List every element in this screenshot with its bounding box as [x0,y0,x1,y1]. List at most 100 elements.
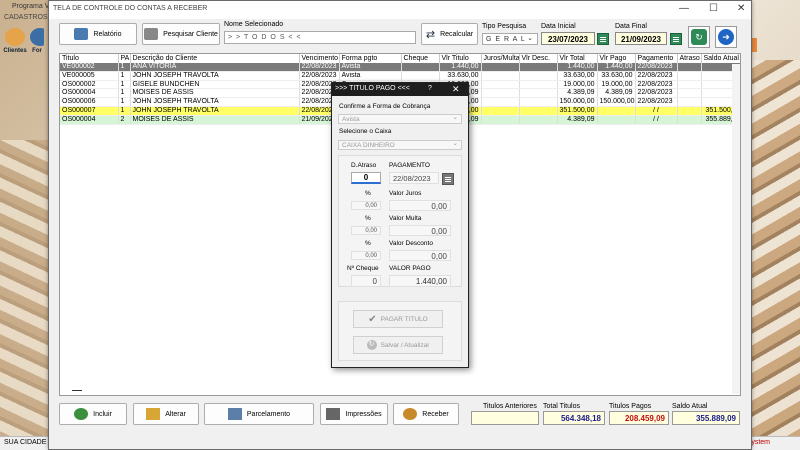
data-inicial-field[interactable]: 23/07/2023 [541,32,595,45]
table-cell: 33.630,00 [439,71,482,81]
valor-juros-field[interactable]: 0,00 [389,200,451,211]
pagar-titulo-button[interactable]: ✔ PAGAR TITULO [353,310,443,328]
column-header[interactable]: Vlr Desc. [519,54,558,63]
valor-pago-field[interactable]: 1.440,00 [389,275,451,287]
column-header[interactable]: Vlr Pago [597,54,636,63]
table-cell [481,71,520,81]
tipo-pesquisa-select[interactable]: G E R A L ⌄ [482,33,538,45]
incluir-button[interactable]: Incluir [59,403,127,425]
table-cell [481,97,520,107]
relatorio-button[interactable]: Relatório [59,23,137,45]
table-cell: MOISES DE ASSIS [130,115,300,125]
column-header[interactable]: Cheque [401,54,440,63]
table-cell: 1 [118,71,131,81]
table-cell: OS000002 [60,80,119,90]
close-button[interactable]: ✕ [737,3,745,14]
column-header[interactable]: PA [118,54,131,63]
vertical-scrollbar[interactable] [732,64,740,394]
n-cheque-field[interactable]: 0 [351,275,381,287]
column-header[interactable]: Titulo [60,54,119,63]
desconto-pct-field[interactable]: 0,00 [351,251,381,260]
arrow-right-icon: ➜ [718,29,734,45]
data-inicial-label: Data Inicial [541,23,576,30]
table-cell [677,63,702,72]
help-button[interactable]: ? [428,85,432,92]
edit-icon [146,408,161,420]
fornecedores-shortcut[interactable]: For [30,28,44,58]
table-cell [481,88,520,99]
valor-desconto-label: Valor Desconto [389,240,433,247]
total-titulos-value: 564.348,18 [543,411,605,425]
parcelamento-button[interactable]: Parcelamento [204,403,314,425]
table-cell: 22/08/2023 [299,63,340,72]
horizontal-scrollbar[interactable] [72,390,82,391]
pesquisar-cliente-button[interactable]: Pesquisar Cliente [142,23,220,45]
table-cell: 150.000,00 [597,97,636,107]
forma-cobranca-select[interactable]: Avista [338,113,462,124]
table-cell [481,80,520,90]
receber-button[interactable]: Receber [393,403,459,425]
table-row[interactable]: VE000005 1 JOHN JOSEPH TRAVOLTA 22/08/2023 A… [60,71,740,81]
table-cell: OS000004 [60,88,119,99]
table-cell: 1.440,00 [597,63,636,72]
gerar-button[interactable]: ↻ [688,26,710,48]
juros-pct-field[interactable]: 0,00 [351,201,381,210]
payment-panel: D.Atraso 0 PAGAMENTO 22/08/2023 % 0,00 V… [338,155,462,287]
table-cell: Avista [339,63,402,72]
chevron-down-icon: ⌄ [527,35,534,42]
pagamento-label: PAGAMENTO [389,162,430,169]
recalc-icon: ⇄ [425,28,436,41]
alterar-button[interactable]: Alterar [133,403,199,425]
pagamento-field[interactable]: 22/08/2023 [389,172,439,184]
data-final-label: Data Final [615,23,647,30]
column-header[interactable]: Vencimento [299,54,340,63]
table-cell: / / [635,115,678,125]
status-city: SUA CIDADE - [4,439,51,446]
total-titulos-label: Total Titulos [543,403,580,410]
report-icon [74,28,89,40]
column-header[interactable]: Pagamento [635,54,678,63]
salvar-atualizar-button[interactable]: ↻ Salvar / Atualizar [353,336,443,354]
dialog-title: >>> TITULO PAGO <<< [335,85,410,92]
caixa-label: Selecione o Caixa [339,128,392,135]
multa-pct-field[interactable]: 0,00 [351,226,381,235]
refresh-icon: ↻ [366,340,377,350]
column-header[interactable]: Forma pgto [339,54,402,63]
column-header[interactable]: Atraso [677,54,702,63]
column-header[interactable]: Juros/Multa [481,54,520,63]
caixa-select[interactable]: CAIXA DINHEIRO [338,139,462,150]
calendar-icon[interactable] [597,33,609,45]
table-cell [481,63,520,72]
exit-button[interactable]: ➜ [715,26,737,48]
table-cell: 1 [118,97,131,107]
clientes-shortcut[interactable]: Clientes [2,28,28,58]
recalcular-button[interactable]: ⇄ Recalcular [421,23,478,45]
add-icon [74,408,89,420]
valor-multa-field[interactable]: 0,00 [389,225,451,236]
multa-pct-label: % [365,215,371,222]
table-row[interactable]: VE000002 1 ANA VITORIA 22/08/2023 Avista 1.44… [60,63,740,72]
background-menu-cadastros[interactable]: CADASTROS [4,14,48,21]
calendar-icon[interactable] [670,33,682,45]
background-toolbar: Clientes For [2,28,44,58]
window-titlebar: TELA DE CONTROLE DO CONTAS A RECEBER — ☐… [49,1,751,19]
minimize-button[interactable]: — [679,3,689,14]
maximize-button[interactable]: ☐ [709,3,718,14]
valor-multa-label: Valor Multa [389,215,422,222]
table-cell [597,106,636,116]
titulos-anteriores-value [471,411,539,425]
valor-desconto-field[interactable]: 0,00 [389,250,451,261]
calendar-icon[interactable] [442,173,454,185]
impressoes-button[interactable]: Impressões [320,403,388,425]
column-header[interactable]: Descrição do Cliente [130,54,300,63]
background-wood-image-right [745,60,800,440]
column-header[interactable]: Saldo Atual [701,54,740,63]
clientes-icon [5,28,25,46]
column-header[interactable]: Vlr Titulo [439,54,482,63]
nome-selecionado-field[interactable]: > > T O D O S < < [224,31,416,44]
data-final-field[interactable]: 21/09/2023 [615,32,667,45]
column-header[interactable]: Vlr Total [557,54,598,63]
d-atraso-field[interactable]: 0 [351,172,381,184]
forma-cobranca-label: Confirme a Forma de Cobrança [339,103,431,110]
dialog-close-button[interactable]: ✕ [452,84,460,95]
